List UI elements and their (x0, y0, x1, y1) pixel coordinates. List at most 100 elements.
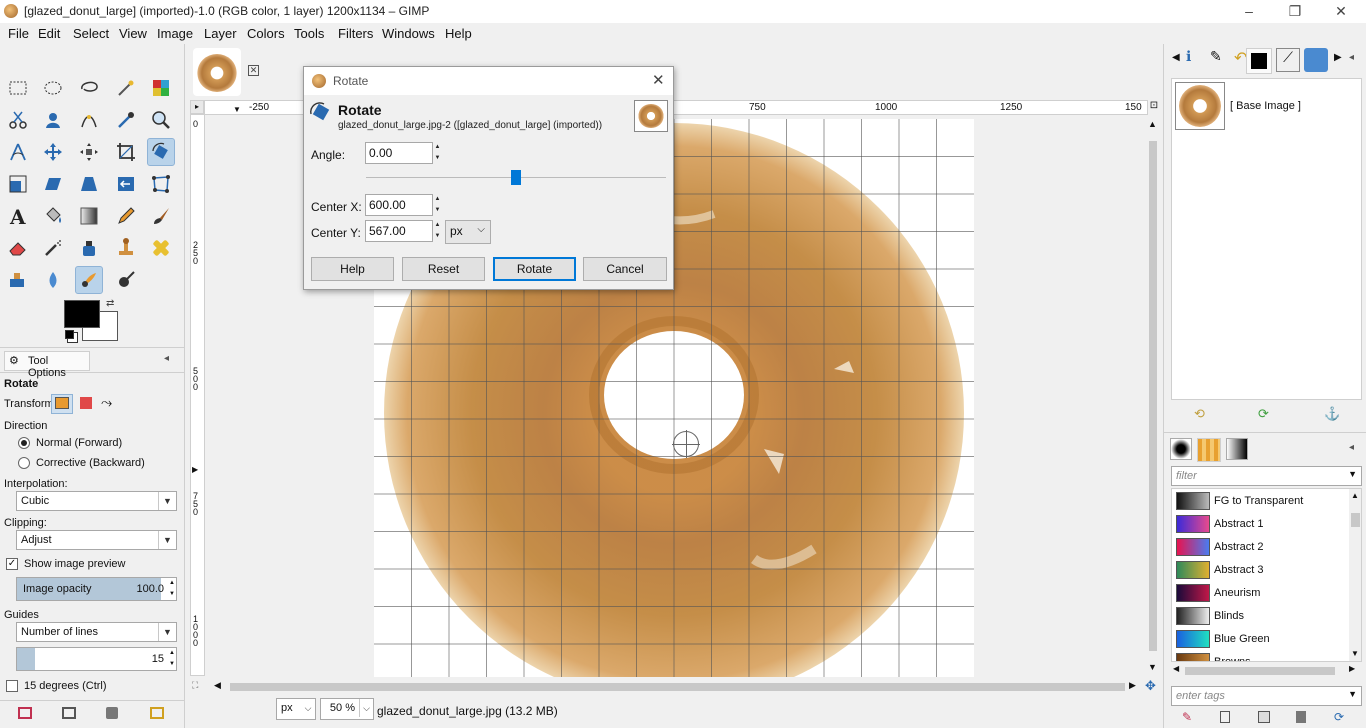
foreground-color-swatch[interactable] (64, 300, 100, 328)
lasso-tool-icon[interactable] (75, 74, 103, 102)
menu-help[interactable]: Help (445, 26, 472, 41)
tab-tool-options[interactable]: ⚙ Tool Options (4, 351, 90, 379)
layer-raise-icon[interactable]: ⟲ (1194, 406, 1205, 422)
layer-anchor-icon[interactable]: ⚓ (1324, 406, 1340, 422)
delete-tool-preset-icon[interactable] (106, 707, 118, 719)
menu-view[interactable]: View (119, 26, 147, 41)
clipping-select[interactable]: Adjust ▼ (16, 530, 177, 550)
paths-tab-icon[interactable]: ⟋ (1276, 48, 1300, 72)
clone-tool-icon[interactable] (112, 234, 140, 262)
flip-tool-icon[interactable] (112, 170, 140, 198)
horizontal-scrollbar[interactable]: ⛶ ◀ ▶ ✥ (190, 678, 1160, 694)
gradient-list-item[interactable]: Browns (1172, 650, 1361, 661)
interpolation-select[interactable]: Cubic ▼ (16, 491, 177, 511)
delete-gradient-icon[interactable] (1296, 711, 1306, 723)
angle-slider-handle[interactable] (511, 170, 521, 185)
gradient-list-item[interactable]: Abstract 1 (1172, 512, 1361, 535)
shear-tool-icon[interactable] (39, 170, 67, 198)
layers-tab[interactable] (1246, 48, 1272, 74)
gradient-list-item[interactable]: Aneurism (1172, 581, 1361, 604)
edit-gradient-icon[interactable]: ✎ (1182, 710, 1192, 724)
gradient-tags-input[interactable]: enter tags ▼ (1171, 686, 1362, 706)
ink-tool-icon[interactable] (75, 234, 103, 262)
guides-select[interactable]: Number of lines ▼ (16, 622, 177, 642)
dock-right-arrow-icon[interactable]: ▶ (1334, 52, 1342, 63)
eraser-tool-icon[interactable] (4, 234, 32, 262)
rotation-center-handle[interactable] (672, 430, 700, 458)
smudge-tool-icon[interactable] (75, 266, 103, 294)
channels-tab-icon[interactable] (1304, 48, 1328, 72)
guide-lines-spin-icon[interactable]: ▲ ▼ (169, 648, 175, 670)
vertical-scroll-thumb[interactable] (1149, 141, 1157, 651)
info-tab-icon[interactable]: ℹ (1186, 48, 1206, 68)
bucket-fill-tool-icon[interactable] (39, 202, 67, 230)
pencil-tool-icon[interactable] (112, 202, 140, 230)
layer-name[interactable]: [ Base Image ] (1230, 100, 1301, 112)
color-picker-tool-icon[interactable] (112, 106, 140, 134)
maximize-button[interactable]: ❐ (1286, 2, 1304, 20)
alignment-tool-icon[interactable] (75, 138, 103, 166)
scroll-right-icon[interactable]: ▶ (1129, 680, 1136, 691)
default-colors-icon[interactable] (65, 330, 74, 339)
menu-tools[interactable]: Tools (294, 26, 324, 41)
blur-tool-icon[interactable] (39, 266, 67, 294)
opacity-slider[interactable]: Image opacity 100.0 ▲ ▼ (16, 577, 177, 601)
reset-button[interactable]: Reset (402, 257, 485, 281)
scroll-up-icon[interactable]: ▲ (1148, 119, 1157, 129)
swap-colors-icon[interactable]: ⇄ (106, 298, 114, 309)
image-tab[interactable] (193, 48, 241, 96)
paintbrush-tool-icon[interactable] (147, 202, 175, 230)
rotate-tool-icon[interactable] (147, 138, 175, 166)
scroll-right-icon[interactable]: ▶ (1349, 664, 1355, 673)
duplicate-gradient-icon[interactable] (1258, 711, 1270, 723)
cancel-button[interactable]: Cancel (583, 257, 667, 281)
scroll-left-icon[interactable]: ◀ (1173, 664, 1179, 673)
reset-tool-options-icon[interactable] (150, 707, 164, 719)
center-x-spin-icon[interactable]: ▲ ▼ (433, 194, 442, 216)
dialog-close-button[interactable]: ✕ (652, 71, 665, 89)
navigate-icon[interactable]: ⛶ (192, 680, 198, 691)
close-image-tab-icon[interactable]: ✕ (248, 65, 259, 76)
angle-input[interactable]: 0.00 (365, 142, 433, 164)
brushes-tab-icon[interactable] (1170, 438, 1192, 460)
scroll-left-icon[interactable]: ◀ (214, 680, 221, 691)
foreground-select-tool-icon[interactable] (39, 106, 67, 134)
horizontal-scroll-thumb[interactable] (230, 683, 1125, 691)
ellipse-select-tool-icon[interactable] (39, 74, 67, 102)
perspective-clone-tool-icon[interactable] (4, 266, 32, 294)
perspective-tool-icon[interactable] (75, 170, 103, 198)
transform-path-icon[interactable]: ⤳ (101, 394, 112, 411)
rect-select-tool-icon[interactable] (4, 74, 32, 102)
fuzzy-select-tool-icon[interactable] (112, 74, 140, 102)
center-y-spin-icon[interactable]: ▲ ▼ (433, 220, 442, 242)
paths-tool-icon[interactable] (75, 106, 103, 134)
pointer-tab-icon[interactable]: ✎ (1210, 48, 1230, 68)
heal-tool-icon[interactable] (147, 234, 175, 262)
help-button[interactable]: Help (311, 257, 394, 281)
dock-left-arrow-icon[interactable]: ◀ (1172, 52, 1180, 63)
transform-layer-button[interactable] (51, 394, 73, 414)
center-y-input[interactable]: 567.00 (365, 220, 433, 242)
crop-tool-icon[interactable] (112, 138, 140, 166)
scale-tool-icon[interactable] (4, 170, 32, 198)
move-tool-icon[interactable] (39, 138, 67, 166)
scroll-down-icon[interactable]: ▼ (1148, 662, 1157, 672)
unit-select[interactable]: px ⌵ (276, 698, 316, 720)
gradient-filter-input[interactable]: filter ▼ (1171, 466, 1362, 486)
layer-lower-icon[interactable]: ⟳ (1258, 406, 1269, 422)
menu-image[interactable]: Image (157, 26, 193, 41)
gradient-list-item[interactable]: Blinds (1172, 604, 1361, 627)
gradients-tab-icon[interactable] (1226, 438, 1248, 460)
constrain-checkbox[interactable] (6, 680, 18, 692)
cage-transform-tool-icon[interactable] (147, 170, 175, 198)
gradient-list-item[interactable]: Abstract 3 (1172, 558, 1361, 581)
direction-normal-radio[interactable] (18, 437, 30, 449)
minimize-button[interactable]: – (1240, 2, 1258, 20)
airbrush-tool-icon[interactable] (39, 234, 67, 262)
vertical-ruler[interactable]: 0 250 500 750 1000 ▶ (190, 114, 205, 676)
gradient-list-item[interactable]: FG to Transparent (1172, 489, 1361, 512)
rotate-button[interactable]: Rotate (493, 257, 576, 281)
unit-dropdown[interactable]: px ⌵ (445, 220, 491, 244)
ruler-corner-icon[interactable]: ▸ (190, 100, 204, 114)
layer-thumbnail[interactable] (1175, 82, 1225, 130)
